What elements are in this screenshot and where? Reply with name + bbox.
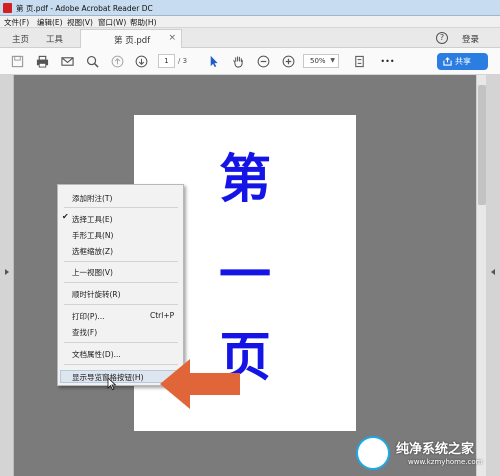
menu-window[interactable]: 窗口(W) — [98, 17, 126, 28]
help-icon[interactable]: ? — [436, 32, 448, 44]
expand-left-icon[interactable] — [5, 269, 9, 275]
hand-icon[interactable] — [231, 54, 246, 69]
menu-divider — [64, 304, 178, 305]
share-label: 共享 — [455, 57, 471, 66]
watermark-logo-icon — [356, 436, 390, 470]
menu-file[interactable]: 文件(F) — [4, 17, 29, 28]
menu-item-marquee-zoom[interactable]: 选框缩放(Z) — [72, 246, 113, 257]
select-cursor-icon[interactable] — [206, 54, 221, 69]
checkmark-icon: ✔ — [62, 212, 69, 221]
menu-item-rotate-clockwise[interactable]: 顺时针旋转(R) — [72, 289, 121, 300]
previous-page-icon[interactable] — [110, 54, 125, 69]
menu-divider — [64, 282, 178, 283]
zoom-search-icon[interactable] — [85, 54, 100, 69]
document-viewport[interactable]: 第 一 页 添加附注(T) ✔ 选择工具(E) 手形工具(N) 选框缩放(Z) … — [0, 75, 500, 476]
menu-view[interactable]: 视图(V) — [67, 17, 93, 28]
tab-tools[interactable]: 工具 — [46, 33, 63, 45]
chevron-down-icon: ▼ — [330, 57, 335, 64]
print-shortcut: Ctrl+P — [150, 311, 175, 320]
orange-arrow-icon — [160, 359, 240, 409]
menu-item-document-properties[interactable]: 文档属性(D)... — [72, 349, 121, 360]
menu-item-previous-view[interactable]: 上一视图(V) — [72, 267, 113, 278]
watermark-text: 纯净系统之家 — [396, 442, 475, 457]
zoom-out-icon[interactable] — [256, 54, 271, 69]
window-title: 第 页.pdf - Adobe Acrobat Reader DC — [16, 4, 153, 13]
watermark-url: www.kzmyhome.com — [408, 458, 483, 466]
menu-item-print[interactable]: 打印(P)... — [72, 311, 105, 322]
page-total: / 3 — [178, 57, 188, 65]
mail-icon[interactable] — [60, 54, 75, 69]
save-icon[interactable] — [10, 54, 25, 69]
share-icon — [443, 57, 452, 66]
menu-divider — [64, 261, 178, 262]
page-number-input[interactable]: 1 — [158, 54, 175, 68]
menu-bar: 文件(F) 编辑(E) 视图(V) 窗口(W) 帮助(H) — [0, 16, 500, 28]
scrollbar-thumb[interactable] — [478, 85, 486, 205]
fit-page-icon[interactable] — [352, 54, 367, 69]
right-panel-rail[interactable] — [486, 75, 500, 476]
acrobat-app-icon — [3, 3, 12, 13]
menu-help[interactable]: 帮助(H) — [130, 17, 157, 28]
tab-home[interactable]: 主页 — [12, 33, 29, 45]
zoom-level-value: 50% — [310, 57, 326, 65]
tab-bar: 主页 工具 第 页.pdf × ? 登录 — [0, 28, 500, 48]
menu-item-hand-tool[interactable]: 手形工具(N) — [72, 230, 113, 241]
toolbar: 1 / 3 50% ▼ ••• 共享 — [0, 48, 500, 75]
watermark: 纯净系统之家 www.kzmyhome.com — [356, 436, 496, 472]
zoom-level-select[interactable]: 50% ▼ — [303, 54, 339, 68]
menu-item-add-note[interactable]: 添加附注(T) — [72, 193, 112, 204]
expand-right-icon[interactable] — [491, 269, 495, 275]
zoom-in-icon[interactable] — [281, 54, 296, 69]
tab-document-label: 第 页.pdf — [114, 36, 151, 46]
vertical-scrollbar[interactable] — [476, 75, 486, 476]
next-page-icon[interactable] — [134, 54, 149, 69]
menu-divider — [64, 207, 178, 208]
print-icon[interactable] — [35, 54, 50, 69]
title-bar: 第 页.pdf - Adobe Acrobat Reader DC — [0, 0, 500, 16]
menu-item-select-tool[interactable]: 选择工具(E) — [72, 214, 113, 225]
share-button[interactable]: 共享 — [437, 53, 488, 70]
mouse-cursor-icon — [107, 377, 117, 390]
close-icon[interactable]: × — [168, 33, 176, 43]
menu-edit[interactable]: 编辑(E) — [37, 17, 63, 28]
left-panel-rail[interactable] — [0, 75, 14, 476]
tab-document[interactable]: 第 页.pdf × — [80, 29, 182, 48]
more-tools-icon[interactable]: ••• — [380, 54, 395, 69]
menu-item-find[interactable]: 查找(F) — [72, 327, 97, 338]
login-link[interactable]: 登录 — [462, 33, 479, 45]
menu-divider — [64, 342, 178, 343]
